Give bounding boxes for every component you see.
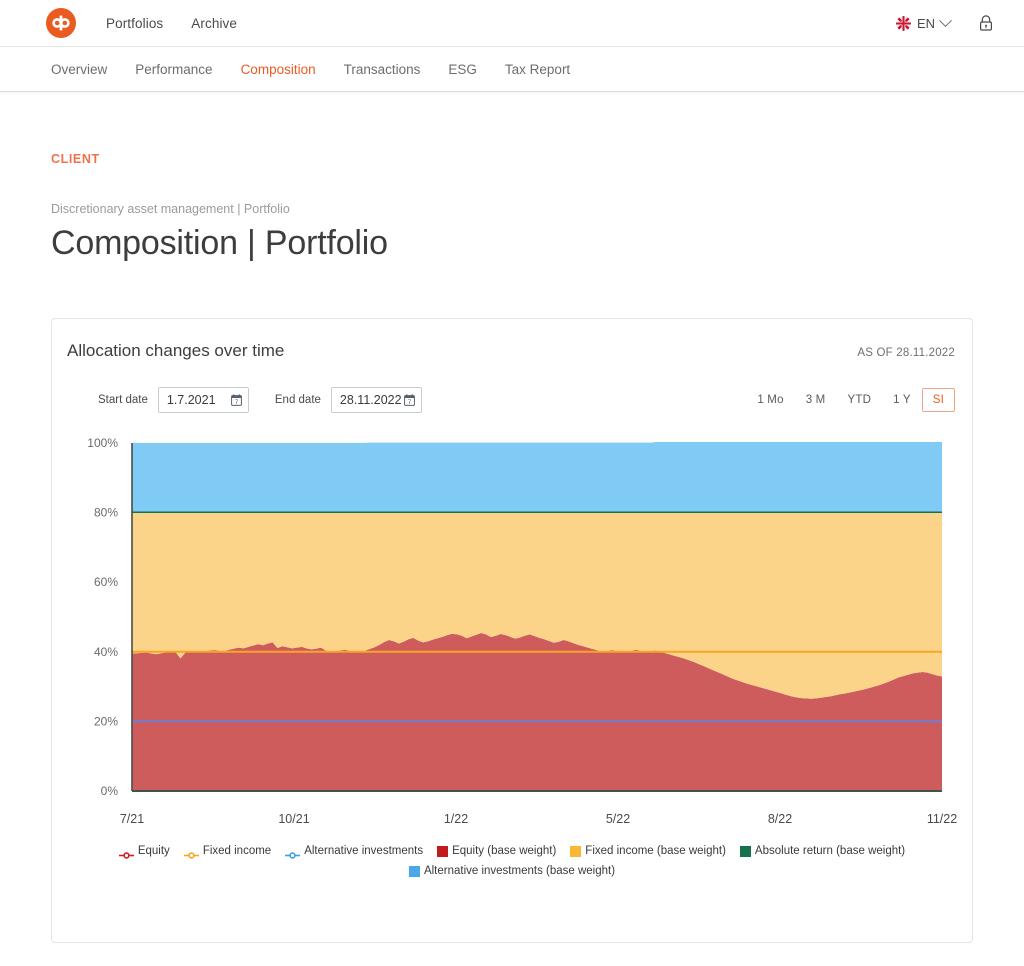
legend-line-marker-icon [119,847,134,856]
tab-overview[interactable]: Overview [51,62,107,77]
tab-performance[interactable]: Performance [135,62,212,77]
section-tabs: Overview Performance Composition Transac… [0,47,1024,92]
x-axis-tick-label: 11/22 [927,812,957,826]
x-axis-tick-label: 5/22 [606,812,630,826]
x-axis-tick-label: 1/22 [444,812,468,826]
calendar-icon[interactable]: 7 [231,394,242,406]
allocation-chart: 0% 20% 40% 60% 80% 100% 7/21 10/21 1/22 5/22 8/22 1… [52,431,972,831]
period-si[interactable]: SI [922,388,955,412]
card-header: Allocation changes over time AS OF 28.11… [52,319,972,361]
x-axis-tick-label: 7/21 [120,812,144,826]
legend-label: Alternative investments (base weight) [424,861,615,881]
uk-flag-icon [896,16,911,31]
allocation-area-chart: 0% 20% 40% 60% 80% 100% 7/21 10/21 1/22 5/22 8/22 1… [52,431,972,831]
legend-line-marker-icon [285,847,300,856]
chart-controls: Start date 1.7.2021 7 End d [52,361,972,413]
area-alternative-investments [132,442,942,512]
legend-swatch-icon [437,846,448,857]
top-bar-right: EN [896,14,1008,32]
company-logo-icon[interactable] [46,8,76,38]
start-date-value: 1.7.2021 [167,393,216,407]
period-1mo[interactable]: 1 Mo [746,388,794,412]
top-nav-item-portfolios[interactable]: Portfolios [106,16,163,31]
x-axis-tick-label: 10/21 [278,812,309,826]
legend-label: Equity (base weight) [452,841,556,861]
lock-icon[interactable] [978,14,994,32]
legend-label: Absolute return (base weight) [755,841,905,861]
end-date-input[interactable]: 28.11.2022 7 [331,387,422,413]
y-axis-tick-label: 40% [94,645,118,659]
y-axis-tick-label: 60% [94,575,118,589]
legend-line-marker-icon [184,847,199,856]
card-title: Allocation changes over time [67,341,284,361]
top-bar: Portfolios Archive EN [0,0,1024,47]
legend-swatch-icon [409,866,420,877]
end-date-label: End date [275,394,321,406]
legend-item[interactable]: Equity [119,841,170,861]
start-date-input[interactable]: 1.7.2021 7 [158,387,249,413]
chevron-down-icon [939,14,952,27]
period-ytd[interactable]: YTD [836,388,882,412]
end-date-value: 28.11.2022 [340,393,402,407]
period-selector: 1 Mo 3 M YTD 1 Y SI [746,388,955,412]
legend-label: Fixed income (base weight) [585,841,726,861]
y-axis-tick-label: 80% [94,506,118,520]
tab-composition[interactable]: Composition [241,62,316,77]
x-axis-tick-label: 8/22 [768,812,792,826]
top-nav-item-archive[interactable]: Archive [191,16,237,31]
legend-label: Fixed income [203,841,271,861]
page-content: CLIENT Discretionary asset management | … [0,152,1024,943]
as-of-date: AS OF 28.11.2022 [857,347,955,359]
language-code: EN [917,16,935,31]
y-axis-tick-label: 0% [101,784,119,798]
tab-esg[interactable]: ESG [448,62,477,77]
legend-item[interactable]: Fixed income (base weight) [570,841,726,861]
calendar-icon[interactable]: 7 [404,394,415,406]
chart-legend: Equity Fixed income Alternative investment… [52,831,972,881]
legend-swatch-icon [740,846,751,857]
tab-transactions[interactable]: Transactions [344,62,421,77]
legend-item[interactable]: Fixed income [184,841,271,861]
legend-item[interactable]: Equity (base weight) [437,841,556,861]
allocation-card: Allocation changes over time AS OF 28.11… [51,318,973,943]
legend-swatch-icon [570,846,581,857]
y-axis-tick-label: 20% [94,714,118,728]
legend-label: Equity [138,841,170,861]
period-1y[interactable]: 1 Y [882,388,922,412]
end-date-group: End date 28.11.2022 7 [275,387,448,413]
client-label: CLIENT [51,152,973,166]
tab-tax-report[interactable]: Tax Report [505,62,570,77]
start-date-label: Start date [98,394,148,406]
legend-item[interactable]: Alternative investments (base weight) [409,861,615,881]
primary-nav: Portfolios Archive [106,16,237,31]
area-absolute-return [132,512,942,513]
period-3m[interactable]: 3 M [795,388,837,412]
y-axis-tick-label: 100% [87,436,118,450]
page-title: Composition | Portfolio [51,224,973,263]
legend-item[interactable]: Alternative investments [285,841,423,861]
legend-item[interactable]: Absolute return (base weight) [740,841,905,861]
start-date-group: Start date 1.7.2021 7 [98,387,275,413]
legend-label: Alternative investments [304,841,423,861]
breadcrumb: Discretionary asset management | Portfol… [51,202,973,216]
language-selector[interactable]: EN [896,16,950,31]
